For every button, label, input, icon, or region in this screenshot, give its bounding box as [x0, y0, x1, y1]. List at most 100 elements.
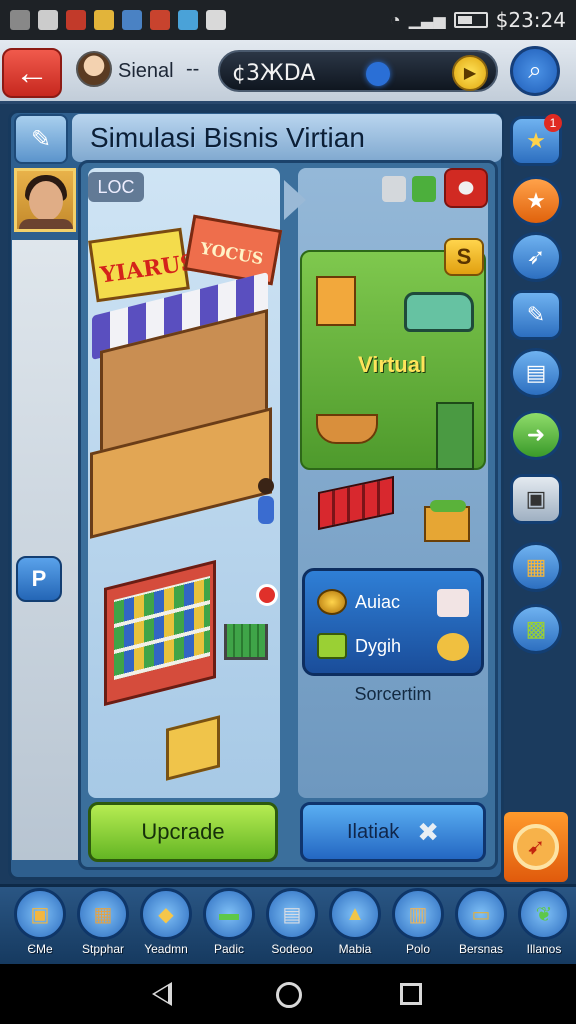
device-button[interactable]: ▣: [510, 474, 562, 524]
leaf-icon: ❦: [518, 888, 570, 940]
phone-icon[interactable]: [412, 176, 436, 202]
location-label: LOC: [88, 172, 144, 202]
manage-button[interactable]: Ilatiak ✖: [300, 802, 486, 862]
document-icon: ▤: [525, 360, 547, 385]
zone-label: Virtual: [358, 352, 427, 377]
next-arrow-icon[interactable]: [284, 180, 306, 220]
notes-button[interactable]: ✎: [14, 114, 68, 164]
bottom-nav-item[interactable]: ▥ Polo: [386, 888, 450, 962]
bottom-nav-item[interactable]: ▤ Sodeoo: [260, 888, 324, 962]
manager-portrait[interactable]: [14, 168, 76, 232]
money-display: ¢3ЖDA ▶: [218, 50, 498, 92]
shopper: [258, 478, 276, 524]
bottom-nav-item[interactable]: ▬ Padic: [197, 888, 261, 962]
tent-icon: ▲: [329, 888, 381, 940]
coin-icon: [317, 589, 347, 615]
package-icon: ▥: [392, 888, 444, 940]
bottom-nav-item[interactable]: ◆ Yeadmn: [134, 888, 198, 962]
notification-icons: [10, 10, 226, 30]
s-badge[interactable]: S: [444, 238, 484, 276]
chest-icon: ▦: [525, 554, 547, 579]
star-icon: ★: [526, 188, 546, 213]
edit-button[interactable]: ✎: [510, 290, 562, 340]
card-icon: ▬: [203, 888, 255, 940]
chest-icon: ◆: [140, 888, 192, 940]
status-time: $23:24: [495, 8, 566, 32]
crate-icon: ▦: [77, 888, 129, 940]
target-button[interactable]: [444, 168, 488, 208]
signal-icon: ▁▃▅: [408, 12, 446, 29]
info-card[interactable]: Auiac Dygih: [302, 568, 484, 676]
info-row-2-label: Dygih: [355, 635, 402, 656]
bottom-nav-label: Bersnas: [458, 942, 504, 956]
compass-button[interactable]: ➹: [504, 812, 568, 882]
kiosk: [316, 276, 356, 326]
player-separator: --: [186, 58, 200, 80]
player-avatar[interactable]: [76, 51, 112, 87]
pencil-icon: ✎: [526, 302, 546, 327]
system-back-icon[interactable]: [152, 982, 172, 1006]
info-row-2: Dygih: [317, 633, 401, 659]
chest-button[interactable]: ▦: [510, 542, 562, 592]
app-notification-icon: [38, 10, 58, 30]
app-notification-icon: [66, 10, 86, 30]
gem-icon: [437, 633, 469, 661]
info-row-1: Auiac: [317, 589, 400, 615]
compass-icon: ➹: [526, 834, 546, 859]
arrow-left-icon: ←: [15, 53, 49, 92]
battery-icon: [453, 12, 488, 28]
box-icon: ▣: [14, 888, 66, 940]
app-notification-icon: [122, 10, 142, 30]
left-scene-strip: [12, 240, 78, 860]
app-notification-icon: [10, 10, 30, 30]
page-title: Simulasi Bisnis Virtian: [90, 122, 365, 153]
back-button[interactable]: ←: [2, 48, 62, 98]
documents-button[interactable]: ▤: [510, 348, 562, 398]
bottom-nav-label: Sodeoo: [271, 942, 313, 956]
box-icon: [317, 633, 347, 659]
device-icon: ▣: [525, 486, 547, 511]
bottom-nav-label: Illanos: [526, 942, 562, 956]
bottom-nav-label: Mabia: [338, 942, 372, 956]
printer-icon: ▤: [266, 888, 318, 940]
eraser-icon: ✎: [30, 125, 52, 153]
parking-button[interactable]: P: [16, 556, 62, 602]
app-notification-icon: [178, 10, 198, 30]
bottom-nav-item[interactable]: ▭ Bersnas: [449, 888, 513, 962]
status-bar: ◔ ▁▃▅ $23:24: [0, 0, 576, 40]
bottom-nav-item[interactable]: ▣ ЄMe: [8, 888, 72, 962]
app-notification-icon: [94, 10, 114, 30]
app-notification-icon: [206, 10, 226, 30]
player-name: Sienal: [118, 60, 174, 82]
system-home-icon[interactable]: [276, 982, 302, 1008]
app-notification-icon: [150, 10, 170, 30]
bottom-nav-item[interactable]: ▦ Stpphar: [71, 888, 135, 962]
bottom-nav-label: Stpphar: [81, 942, 125, 956]
favorites-button[interactable]: ★: [510, 176, 562, 226]
shopping-cart-icon[interactable]: [224, 624, 268, 660]
feather-button[interactable]: ➶: [510, 232, 562, 282]
bottom-nav-label: Padic: [213, 942, 245, 956]
money-value: ¢3ЖDA: [232, 61, 316, 86]
scene-caption: Sorcertim: [354, 684, 432, 704]
bottom-nav-item[interactable]: ❦ Illanos: [512, 888, 576, 962]
top-bar: ← Sienal -- ¢3ЖDA ▶ ⌕: [0, 40, 576, 104]
play-button[interactable]: ▶: [452, 55, 488, 91]
alert-icon[interactable]: [256, 584, 278, 606]
play-icon: ▶: [463, 65, 477, 82]
storage-icon: ▩: [525, 616, 547, 641]
key-icon[interactable]: [382, 176, 406, 202]
stack-icon: [437, 589, 469, 617]
star-icon: ★: [526, 128, 546, 153]
upgrade-button[interactable]: Upcrade: [88, 802, 278, 862]
tools-icon: ✖: [417, 816, 440, 847]
system-recents-icon[interactable]: [400, 983, 422, 1005]
info-row-1-label: Auiac: [355, 591, 401, 612]
money-toggle[interactable]: [366, 62, 390, 86]
bottom-nav-item[interactable]: ▲ Mabia: [323, 888, 387, 962]
search-button[interactable]: ⌕: [510, 46, 560, 96]
wifi-icon: ◔: [389, 9, 401, 30]
storage-button[interactable]: ▩: [510, 604, 562, 654]
delivery-car: [404, 292, 474, 332]
arrow-button[interactable]: ➜: [510, 410, 562, 460]
